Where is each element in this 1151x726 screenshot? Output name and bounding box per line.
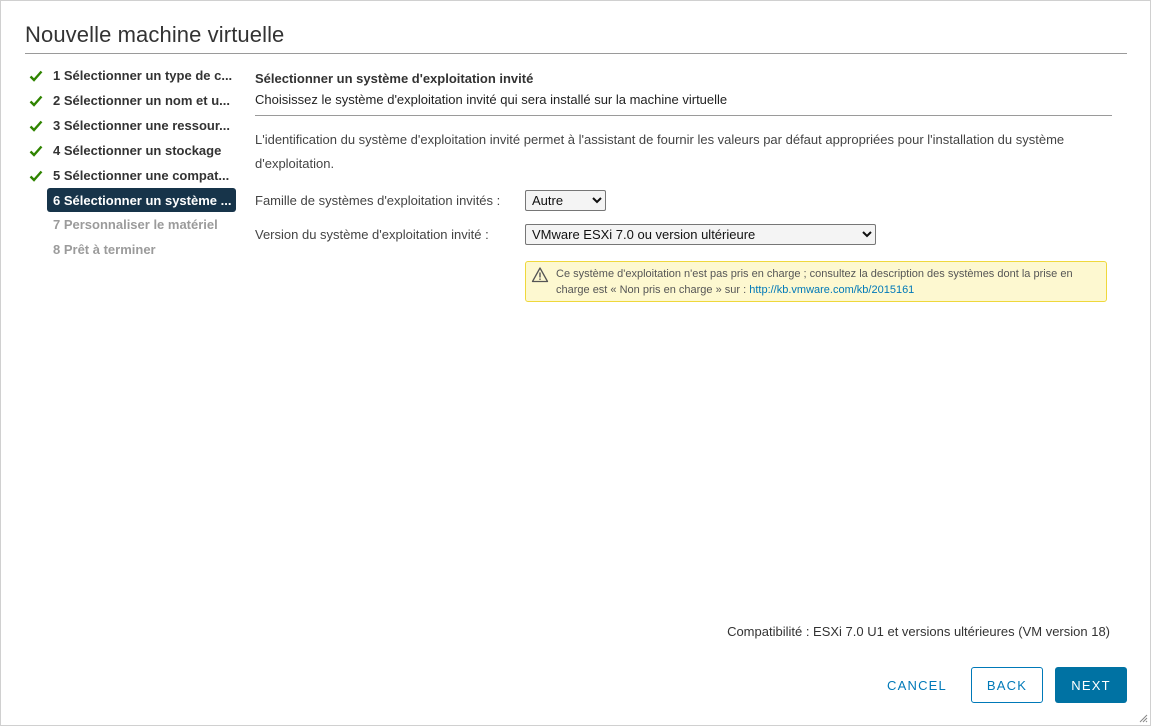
step-5[interactable]: 5 Sélectionner une compat... xyxy=(29,163,236,188)
checkmark-icon xyxy=(29,170,47,182)
description-text: L'identification du système d'exploitati… xyxy=(255,132,1065,171)
cancel-button[interactable]: CANCEL xyxy=(877,667,957,703)
wizard-steps: 1 Sélectionner un type de c... 2 Sélecti… xyxy=(29,63,236,262)
version-row: Version du système d'exploitation invité… xyxy=(255,224,876,245)
step-8: 8 Prêt à terminer xyxy=(29,237,236,262)
section-subtitle: Choisissez le système d'exploitation inv… xyxy=(255,92,728,107)
checkmark-icon xyxy=(29,70,47,82)
checkmark-icon xyxy=(29,95,47,107)
unsupported-os-warning: Ce système d'exploitation n'est pas pris… xyxy=(525,261,1107,302)
section-divider xyxy=(255,115,1112,116)
kb-link[interactable]: http://kb.vmware.com/kb/2015161 xyxy=(749,284,914,296)
title-divider xyxy=(25,53,1127,54)
family-row: Famille de systèmes d'exploitation invit… xyxy=(255,190,606,211)
step-label: 2 Sélectionner un nom et u... xyxy=(53,93,230,108)
step-7: 7 Personnaliser le matériel xyxy=(29,212,236,237)
checkmark-icon xyxy=(29,120,47,132)
dialog-title: Nouvelle machine virtuelle xyxy=(25,22,285,47)
step-label: 5 Sélectionner une compat... xyxy=(53,168,230,183)
warning-icon xyxy=(531,267,549,283)
step-1[interactable]: 1 Sélectionner un type de c... xyxy=(29,63,236,88)
section-title: Sélectionner un système d'exploitation i… xyxy=(255,71,534,86)
step-label: 7 Personnaliser le matériel xyxy=(53,217,218,232)
step-6-active[interactable]: 6 Sélectionner un système ... xyxy=(47,188,236,212)
back-button[interactable]: BACK xyxy=(971,667,1043,703)
new-vm-dialog: Nouvelle machine virtuelle 1 Sélectionne… xyxy=(0,0,1151,726)
step-2[interactable]: 2 Sélectionner un nom et u... xyxy=(29,88,236,113)
step-content: Sélectionner un système d'exploitation i… xyxy=(255,63,1112,176)
checkmark-icon xyxy=(29,145,47,157)
step-label: 4 Sélectionner un stockage xyxy=(53,143,222,158)
step-label: 6 Sélectionner un système ... xyxy=(53,192,232,208)
warning-text: Ce système d'exploitation n'est pas pris… xyxy=(556,266,1101,298)
step-label: 3 Sélectionner une ressour... xyxy=(53,118,231,133)
next-button[interactable]: NEXT xyxy=(1055,667,1127,703)
compatibility-info: Compatibilité : ESXi 7.0 U1 et versions … xyxy=(727,624,1110,639)
os-version-select[interactable]: VMware ESXi 7.0 ou version ultérieure xyxy=(525,224,876,245)
step-label: 8 Prêt à terminer xyxy=(53,242,156,257)
step-label: 1 Sélectionner un type de c... xyxy=(53,68,233,83)
resize-grip-icon[interactable] xyxy=(1138,713,1148,723)
os-family-select[interactable]: Autre xyxy=(525,190,606,211)
version-label: Version du système d'exploitation invité… xyxy=(255,227,489,242)
family-label: Famille de systèmes d'exploitation invit… xyxy=(255,193,501,208)
step-4[interactable]: 4 Sélectionner un stockage xyxy=(29,138,236,163)
step-3[interactable]: 3 Sélectionner une ressour... xyxy=(29,113,236,138)
